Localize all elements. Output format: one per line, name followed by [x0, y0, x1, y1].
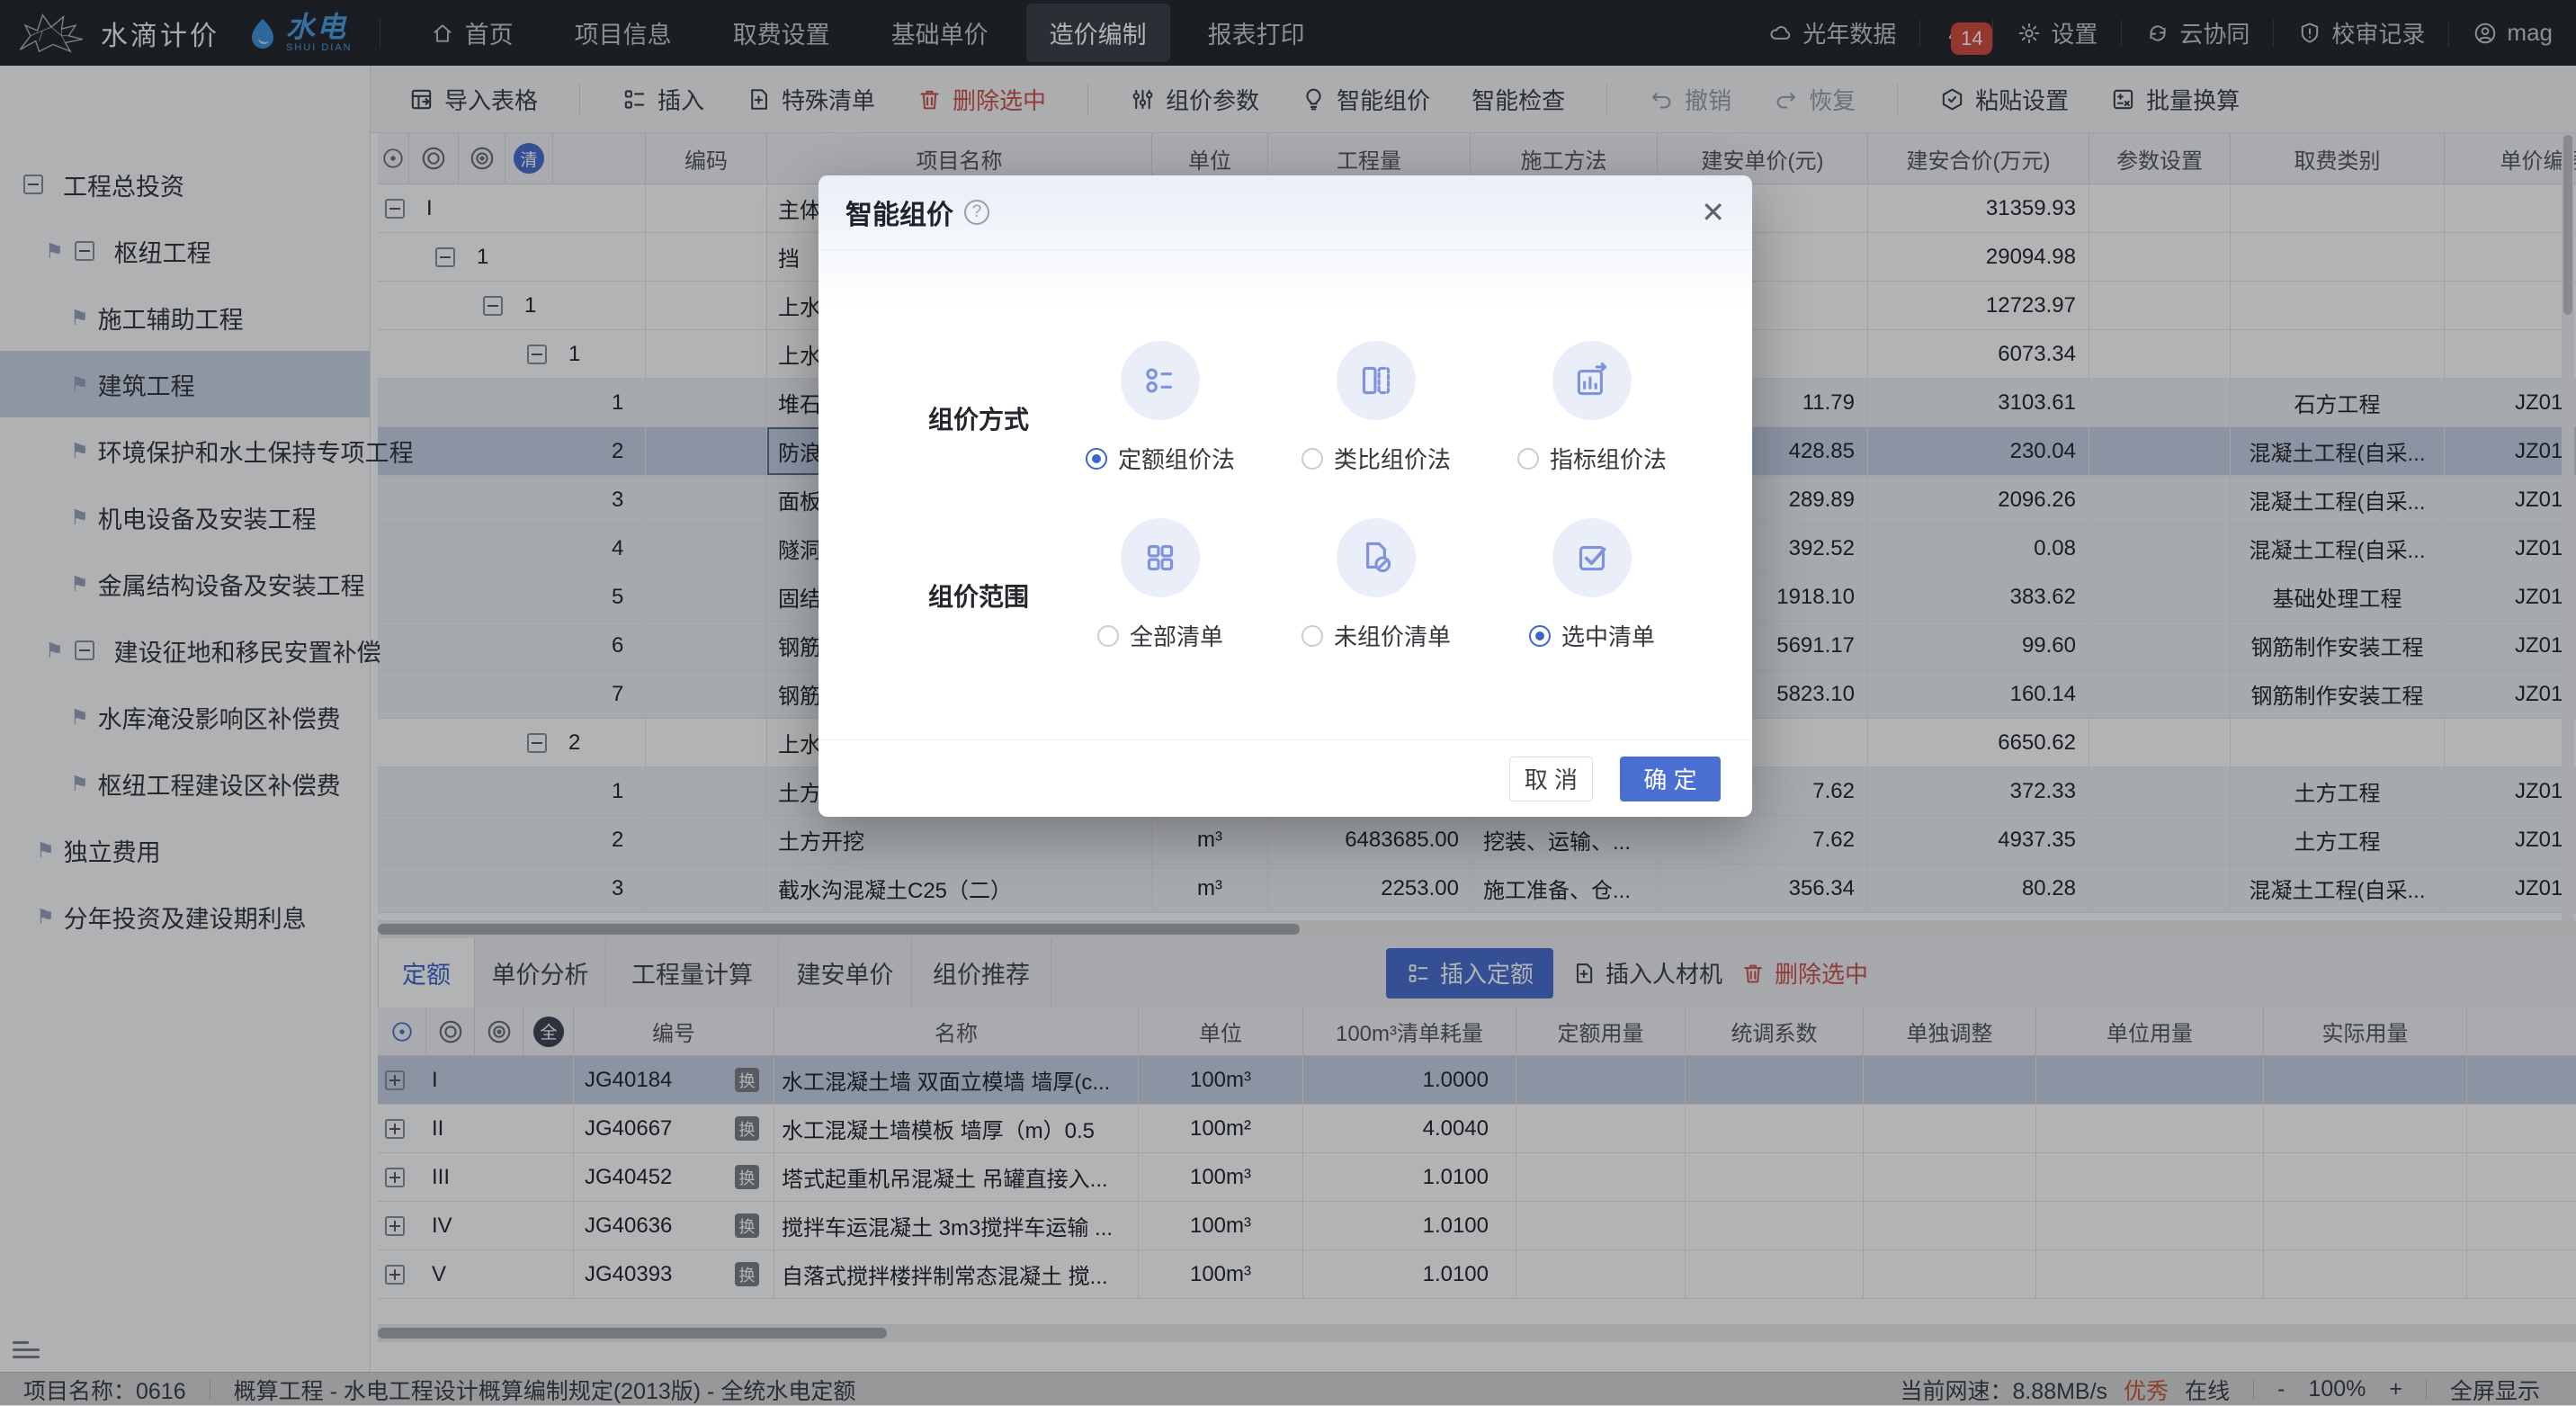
option-indicator-pricing[interactable]: 指标组价法 — [1484, 341, 1700, 475]
analogy-book-icon — [1354, 358, 1399, 403]
analogy-book-circle — [1337, 341, 1416, 420]
modal-title: 智能组价 — [845, 193, 953, 232]
radio-icon[interactable] — [1529, 625, 1551, 647]
quota-list-icon — [1138, 358, 1183, 403]
radio-label: 全部清单 — [1130, 619, 1223, 652]
cancel-button[interactable]: 取 消 — [1509, 757, 1593, 802]
doc-none-circle — [1337, 518, 1416, 597]
smart-pricing-modal: 智能组价 ? ✕ 组价方式定额组价法 类比组价法 指标组价法组价范围全部清单 未组价清… — [818, 175, 1752, 817]
option-all-lists[interactable]: 全部清单 — [1052, 518, 1268, 652]
radio-analogy-pricing[interactable]: 类比组价法 — [1301, 442, 1451, 475]
modal-options: 定额组价法 类比组价法 指标组价法 — [1052, 341, 1700, 475]
doc-none-icon — [1354, 535, 1399, 580]
radio-label: 定额组价法 — [1118, 442, 1235, 475]
modal-section-label: 组价范围 — [928, 578, 1029, 613]
grid-all-circle — [1121, 518, 1200, 597]
modal-options: 全部清单 未组价清单 选中清单 — [1052, 518, 1700, 652]
radio-icon[interactable] — [1097, 625, 1119, 647]
radio-label: 类比组价法 — [1334, 442, 1451, 475]
radio-quota-pricing[interactable]: 定额组价法 — [1086, 442, 1235, 475]
radio-label: 未组价清单 — [1334, 619, 1451, 652]
radio-indicator-pricing[interactable]: 指标组价法 — [1517, 442, 1667, 475]
option-selected-lists[interactable]: 选中清单 — [1484, 518, 1700, 652]
indicator-chart-circle — [1552, 341, 1632, 420]
close-icon[interactable]: ✕ — [1701, 198, 1725, 227]
option-quota-pricing[interactable]: 定额组价法 — [1052, 341, 1268, 475]
radio-selected-lists[interactable]: 选中清单 — [1529, 619, 1655, 652]
indicator-chart-icon — [1570, 358, 1614, 403]
radio-label: 指标组价法 — [1550, 442, 1667, 475]
radio-icon[interactable] — [1301, 448, 1323, 470]
radio-icon[interactable] — [1301, 625, 1323, 647]
confirm-button[interactable]: 确 定 — [1620, 757, 1721, 802]
quota-list-circle — [1121, 341, 1200, 420]
check-selected-icon — [1570, 535, 1614, 580]
modal-footer: 取 消 确 定 — [818, 739, 1752, 817]
radio-icon[interactable] — [1086, 448, 1107, 470]
help-icon[interactable]: ? — [964, 200, 989, 225]
app-root: 水滴计价 水电 SHUI DIAN 首页项目信息取费设置基础单价造价编制报表打印… — [0, 0, 2576, 1405]
radio-label: 选中清单 — [1561, 619, 1655, 652]
radio-unpriced-lists[interactable]: 未组价清单 — [1301, 619, 1451, 652]
option-unpriced-lists[interactable]: 未组价清单 — [1268, 518, 1484, 652]
option-analogy-pricing[interactable]: 类比组价法 — [1268, 341, 1484, 475]
radio-all-lists[interactable]: 全部清单 — [1097, 619, 1223, 652]
modal-header: 智能组价 ? ✕ — [818, 175, 1752, 250]
modal-section-label: 组价方式 — [928, 400, 1029, 436]
radio-icon[interactable] — [1517, 448, 1539, 470]
check-selected-circle — [1552, 518, 1632, 597]
grid-all-icon — [1138, 535, 1183, 580]
